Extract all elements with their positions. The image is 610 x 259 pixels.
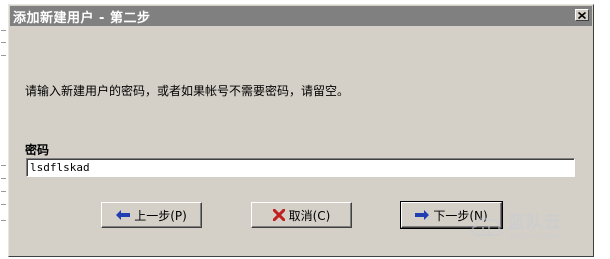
cloud-logo-icon: [471, 217, 503, 236]
back-button[interactable]: 上一步(P): [101, 202, 202, 228]
divider: [1, 30, 6, 31]
divider: [1, 191, 6, 192]
back-button-label: 上一步(P): [134, 208, 187, 223]
instruction-text: 请输入新建用户的密码，或者如果帐号不需要密码，请留空。: [25, 84, 350, 98]
arrow-right-icon: [415, 210, 430, 220]
x-mark-icon: [272, 209, 285, 221]
cancel-button-label: 取消(C): [288, 208, 331, 223]
arrow-left-icon: [116, 210, 131, 220]
divider: [1, 220, 6, 221]
watermark-logo: 蓝队云 LanDui.com: [470, 213, 562, 243]
watermark-text-cn: 蓝队云: [508, 213, 562, 233]
background-window-edge-right: [596, 0, 610, 259]
divider: [1, 204, 6, 205]
background-window-edge: [0, 0, 8, 259]
divider: [1, 55, 6, 56]
password-input[interactable]: [26, 158, 575, 177]
divider: [1, 42, 6, 43]
watermark-text-en: LanDui.com: [508, 232, 561, 241]
divider: [1, 178, 6, 179]
password-label: 密码: [25, 143, 50, 157]
screen: 添加新建用户 - 第二步 请输入新建用户的密码，或者如果帐号不需要密码，请留空。…: [0, 0, 610, 259]
close-icon: [578, 11, 586, 19]
title-bar[interactable]: 添加新建用户 - 第二步: [10, 6, 592, 26]
cancel-button[interactable]: 取消(C): [251, 202, 352, 228]
divider: [1, 165, 6, 166]
dialog-title: 添加新建用户 - 第二步: [13, 10, 151, 26]
close-button[interactable]: [575, 9, 589, 21]
